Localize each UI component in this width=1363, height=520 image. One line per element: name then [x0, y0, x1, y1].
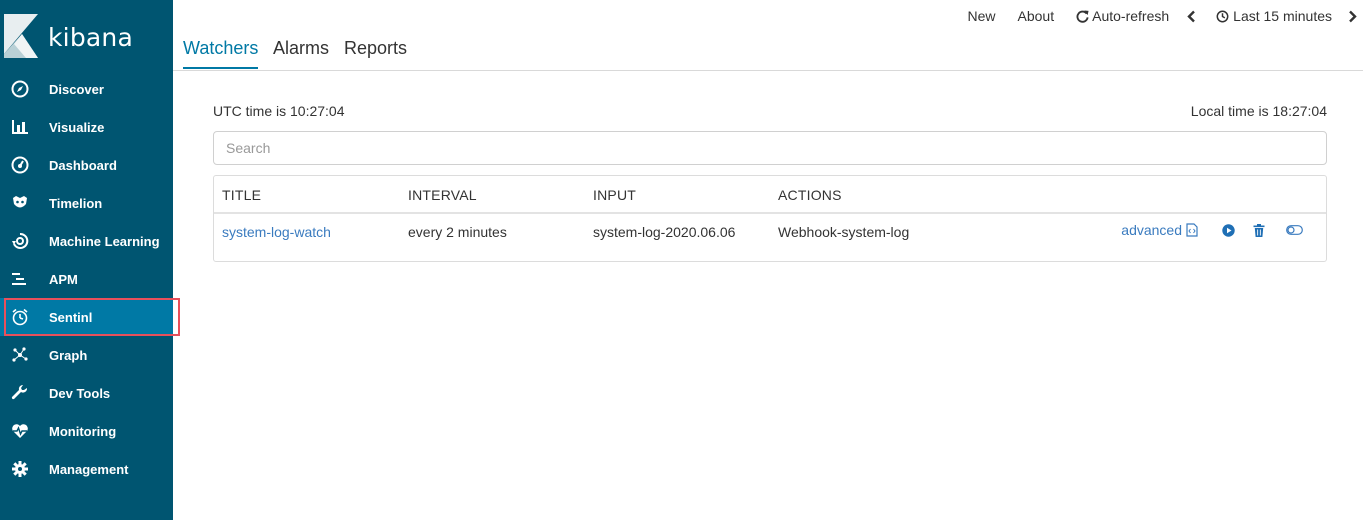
- sidebar-item-apm[interactable]: APM: [0, 260, 173, 298]
- clock-icon: [1216, 10, 1229, 22]
- machine-learning-icon: [10, 231, 30, 251]
- sidebar-item-dev-tools[interactable]: Dev Tools: [0, 374, 173, 412]
- trash-icon[interactable]: [1253, 223, 1265, 237]
- gauge-icon: [10, 155, 30, 175]
- sidebar-item-graph[interactable]: Graph: [0, 336, 173, 374]
- auto-refresh-label: Auto-refresh: [1092, 8, 1170, 24]
- chevron-right-icon: [1349, 10, 1357, 22]
- wrench-icon: [10, 383, 30, 403]
- sidebar-item-label: Management: [49, 462, 129, 477]
- heartbeat-icon: [10, 421, 30, 441]
- watcher-title-link[interactable]: system-log-watch: [222, 224, 331, 240]
- sidebar-item-timelion[interactable]: Timelion: [0, 184, 173, 222]
- about-button[interactable]: About: [1018, 8, 1055, 24]
- sidebar-item-label: APM: [49, 272, 78, 287]
- refresh-icon: [1076, 9, 1089, 23]
- new-button[interactable]: New: [968, 8, 996, 24]
- kibana-logo-icon: [4, 14, 38, 58]
- apm-icon: [10, 269, 30, 289]
- sidebar-item-label: Machine Learning: [49, 234, 160, 249]
- kibana-logo[interactable]: kibana: [0, 10, 173, 60]
- app-name: kibana: [48, 23, 133, 52]
- sidebar-item-visualize[interactable]: Visualize: [0, 108, 173, 146]
- top-bar: New About Auto-refresh Last 15 minutes: [173, 0, 1363, 32]
- sidebar-item-management[interactable]: Management: [0, 450, 173, 488]
- utc-time: UTC time is 10:27:04: [213, 103, 345, 119]
- row-actions: advanced: [1121, 222, 1303, 238]
- sidebar-item-machine-learning[interactable]: Machine Learning: [0, 222, 173, 260]
- sidebar-item-label: Visualize: [49, 120, 105, 135]
- time-range-label: Last 15 minutes: [1233, 8, 1332, 24]
- auto-refresh-button[interactable]: Auto-refresh: [1076, 8, 1169, 24]
- play-icon[interactable]: [1222, 223, 1235, 237]
- gear-icon: [10, 459, 30, 479]
- chevron-left-icon: [1187, 10, 1196, 22]
- sidebar-item-label: Sentinl: [49, 310, 93, 325]
- sidebar-item-label: Discover: [49, 82, 104, 97]
- column-header-input[interactable]: INPUT: [593, 187, 636, 203]
- toggle-icon[interactable]: [1286, 225, 1303, 235]
- sidebar: kibana Discover Visualize Dashboard Time…: [0, 0, 173, 520]
- sidebar-item-label: Graph: [49, 348, 88, 363]
- sidebar-item-monitoring[interactable]: Monitoring: [0, 412, 173, 450]
- tab-reports[interactable]: Reports: [344, 38, 407, 67]
- time-next-button[interactable]: [1348, 10, 1357, 23]
- watcher-input: system-log-2020.06.06: [593, 224, 736, 240]
- column-header-interval[interactable]: INTERVAL: [408, 187, 477, 203]
- tab-alarms[interactable]: Alarms: [273, 38, 329, 67]
- graph-icon: [10, 345, 30, 365]
- watcher-interval: every 2 minutes: [408, 224, 507, 240]
- time-range-picker[interactable]: Last 15 minutes: [1216, 8, 1332, 24]
- tab-bar: Watchers Alarms Reports: [173, 32, 1363, 71]
- alarm-clock-icon: [10, 307, 30, 327]
- top-menu: New About Auto-refresh Last 15 minutes: [968, 0, 1363, 32]
- tab-watchers[interactable]: Watchers: [183, 38, 259, 69]
- table-header: TITLE INTERVAL INPUT ACTIONS: [214, 176, 1326, 214]
- sidebar-item-label: Dev Tools: [49, 386, 111, 401]
- sidebar-item-discover[interactable]: Discover: [0, 70, 173, 108]
- sidebar-item-label: Timelion: [49, 196, 103, 211]
- local-time: Local time is 18:27:04: [1190, 103, 1327, 119]
- sidebar-item-label: Dashboard: [49, 158, 117, 173]
- watcher-actions: Webhook-system-log: [778, 224, 910, 240]
- sidebar-nav: Discover Visualize Dashboard Timelion Ma…: [0, 70, 173, 488]
- search-input[interactable]: [213, 131, 1327, 165]
- sidebar-item-sentinl[interactable]: Sentinl: [0, 298, 173, 336]
- timelion-icon: [10, 193, 30, 213]
- watchers-table: TITLE INTERVAL INPUT ACTIONS system-log-…: [213, 175, 1327, 262]
- time-prev-button[interactable]: [1187, 10, 1196, 23]
- column-header-actions[interactable]: ACTIONS: [778, 187, 842, 203]
- bar-chart-icon: [10, 117, 30, 137]
- file-code-icon[interactable]: [1186, 223, 1198, 237]
- sidebar-item-label: Monitoring: [49, 424, 117, 439]
- table-row: system-log-watch every 2 minutes system-…: [214, 214, 1326, 260]
- advanced-edit-link[interactable]: advanced: [1121, 222, 1182, 238]
- sidebar-item-dashboard[interactable]: Dashboard: [0, 146, 173, 184]
- column-header-title[interactable]: TITLE: [222, 187, 261, 203]
- compass-icon: [10, 79, 30, 99]
